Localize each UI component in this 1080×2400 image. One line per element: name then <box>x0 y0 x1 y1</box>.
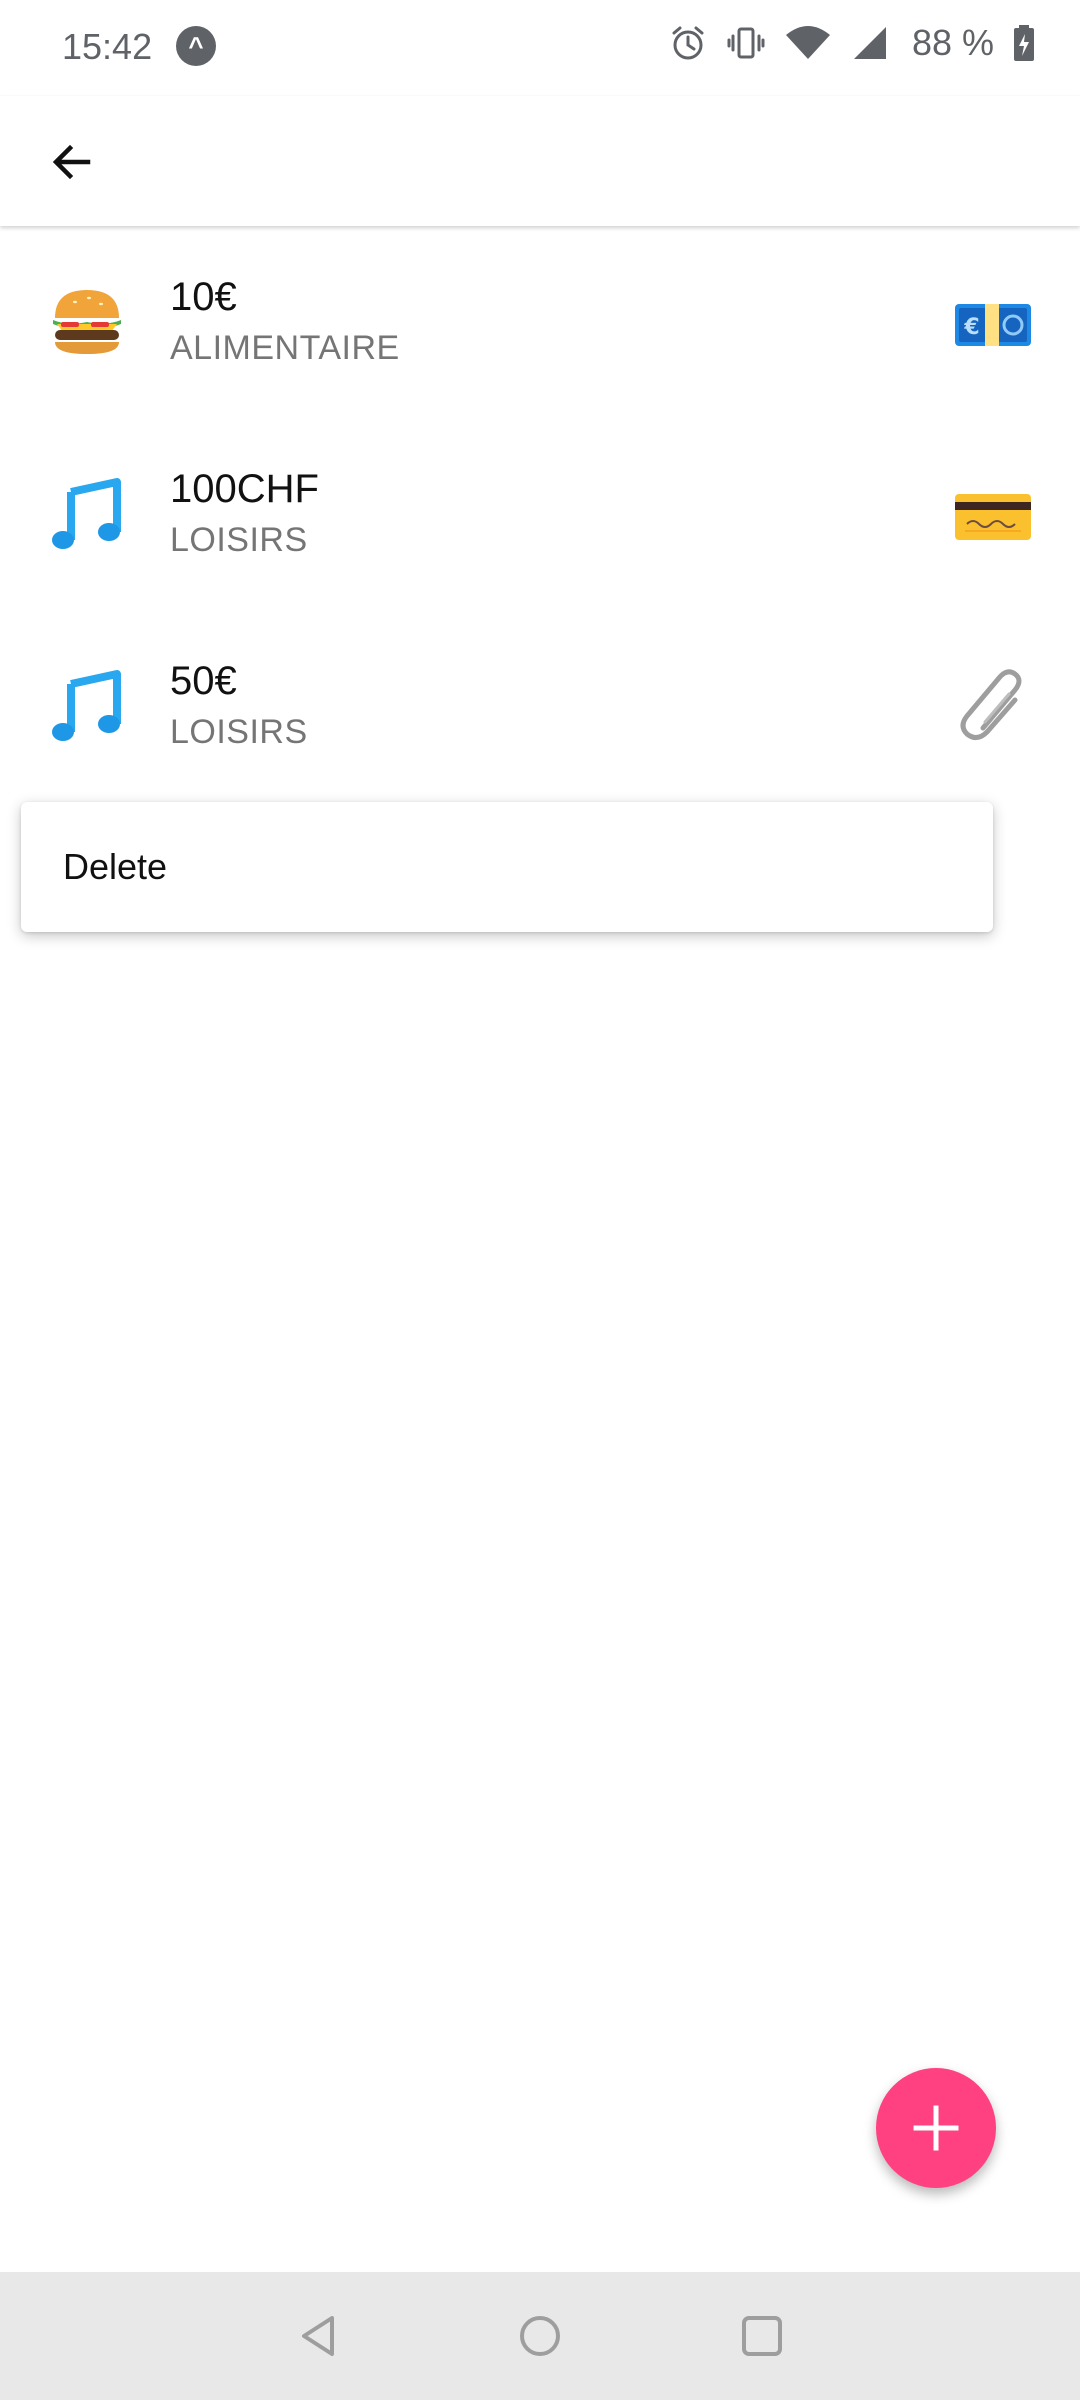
svg-text:€: € <box>963 315 979 340</box>
plus-icon <box>913 2105 959 2151</box>
delete-menu-item[interactable]: Delete <box>21 802 993 932</box>
transaction-amount: 10€ <box>170 275 237 319</box>
wifi-icon <box>784 23 832 63</box>
context-menu: Delete <box>21 802 993 932</box>
add-button[interactable] <box>876 2068 996 2188</box>
transaction-list: 10€ ALIMENTAIRE € 100CHF LOISIRS 50€ LOI… <box>0 226 1080 802</box>
transaction-details: 100CHF LOISIRS <box>170 463 319 565</box>
status-icons: 88 % <box>668 22 1036 64</box>
hamburger-icon <box>44 279 130 365</box>
credit-card-icon <box>950 471 1036 557</box>
list-item[interactable]: 50€ LOISIRS <box>0 610 1080 802</box>
nav-recents-button[interactable] <box>720 2300 804 2372</box>
transaction-category: ALIMENTAIRE <box>170 329 400 367</box>
transaction-amount: 100CHF <box>170 467 319 511</box>
back-button[interactable] <box>30 124 114 200</box>
battery-percentage: 88 % <box>911 22 994 63</box>
transaction-details: 10€ ALIMENTAIRE <box>170 271 400 373</box>
nav-recents-icon <box>742 2316 782 2356</box>
transaction-category: LOISIRS <box>170 521 308 559</box>
battery-charging-icon <box>1012 23 1036 63</box>
arrow-up-circle-icon: ^ <box>176 26 216 66</box>
system-nav-bar <box>0 2272 1080 2400</box>
nav-home-icon <box>520 2316 560 2356</box>
list-item[interactable]: 10€ ALIMENTAIRE € <box>0 226 1080 418</box>
cell-signal-icon <box>850 23 890 63</box>
nav-home-button[interactable] <box>498 2300 582 2372</box>
status-time: 15:42 <box>62 26 153 67</box>
list-item[interactable]: 100CHF LOISIRS <box>0 418 1080 610</box>
nav-back-icon <box>302 2316 334 2356</box>
transaction-details: 50€ LOISIRS <box>170 655 308 757</box>
music-note-icon <box>44 663 130 749</box>
status-bar: 15:42 ^ 88 % <box>0 0 1080 96</box>
alarm-icon <box>668 23 708 63</box>
vibrate-icon <box>726 23 766 63</box>
app-bar <box>0 96 1080 226</box>
transaction-category: LOISIRS <box>170 713 308 751</box>
euro-banknote-icon: € <box>950 279 1036 365</box>
music-note-icon <box>44 471 130 557</box>
arrow-back-icon <box>52 144 91 180</box>
paperclip-icon <box>950 663 1036 749</box>
nav-back-button[interactable] <box>278 2300 362 2372</box>
transaction-amount: 50€ <box>170 659 237 703</box>
